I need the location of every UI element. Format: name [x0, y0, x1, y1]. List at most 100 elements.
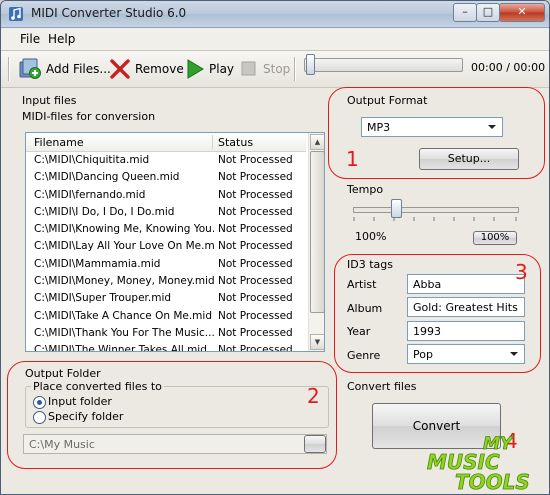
table-row[interactable]: C:\MIDI\Mammamia.mid Not Processed [26, 256, 308, 273]
chevron-down-icon [488, 125, 496, 129]
table-row[interactable]: C:\MIDI\Thank You For The Music.... Not P… [26, 325, 308, 342]
remove-x-icon [110, 59, 130, 79]
column-filename[interactable]: Filename [34, 136, 84, 149]
status-cell: Not Processed [218, 257, 293, 270]
annotation-number-3: 3 [515, 260, 528, 284]
table-row[interactable]: C:\MIDI\Chiquitita.mid Not Processed [26, 152, 308, 169]
title-bar[interactable]: MIDI Converter Studio 6.0 – □ ✕ [1, 1, 549, 28]
filename-cell: C:\MIDI\Knowing Me, Knowing You... [34, 223, 214, 236]
toolbar-separator [294, 57, 296, 81]
filename-cell: C:\MIDI\Chiquitita.mid [34, 154, 150, 166]
stop-button[interactable]: Stop [239, 58, 290, 80]
status-cell: Not Processed [218, 154, 293, 166]
remove-label: Remove [135, 62, 184, 76]
play-button[interactable]: Play [185, 58, 234, 80]
app-window: MIDI Converter Studio 6.0 – □ ✕ File Hel… [0, 0, 550, 495]
table-row[interactable]: C:\MIDI\Dancing Queen.mid Not Processed [26, 169, 308, 186]
toolbar: Add Files... Remove Play Stop [1, 51, 549, 88]
table-row[interactable]: C:\MIDI\Super Trouper.mid Not Processed [26, 290, 308, 307]
year-field[interactable]: 1993 [407, 321, 525, 341]
genre-label: Genre [347, 349, 381, 362]
annotation-number-1: 1 [346, 147, 359, 171]
input-files-subheading: MIDI-files for conversion [22, 110, 156, 123]
specify-folder-label[interactable]: Specify folder [48, 410, 123, 423]
status-cell: Not Processed [218, 188, 293, 201]
table-row[interactable]: C:\MIDI\Take A Chance On Me.mid Not Proce… [26, 308, 308, 325]
id3-heading: ID3 tags [347, 258, 393, 271]
status-cell: Not Processed [218, 326, 293, 339]
status-cell: Not Processed [218, 275, 293, 288]
status-cell: Not Processed [218, 223, 293, 236]
tempo-value: 100% [355, 230, 387, 243]
table-row[interactable]: C:\MIDI\Money, Money, Money.mid Not Proce… [26, 273, 308, 290]
minimize-button[interactable]: – [453, 3, 477, 22]
output-folder-heading: Output Folder [25, 367, 101, 380]
add-files-icon [19, 58, 41, 79]
list-header: Filename Status [26, 133, 306, 152]
file-list[interactable]: Filename Status C:\MIDI\Chiquitita.mid No… [25, 132, 325, 352]
convert-files-heading: Convert files [347, 380, 417, 393]
output-format-value: MP3 [367, 121, 391, 134]
menu-help[interactable]: Help [48, 32, 75, 46]
input-folder-radio[interactable] [33, 396, 46, 409]
specify-folder-radio[interactable] [33, 411, 46, 424]
browse-folder-button[interactable] [304, 435, 326, 453]
status-cell: Not Processed [218, 344, 293, 352]
my-music-tools-logo: MY MUSIC TOOLS [427, 434, 531, 491]
filename-cell: C:\MIDI\fernando.mid [34, 188, 146, 201]
logo-line-3: TOOLS [455, 470, 530, 491]
tempo-slider-track[interactable] [353, 207, 519, 213]
window-title: MIDI Converter Studio 6.0 [31, 6, 187, 20]
seek-bar[interactable] [304, 58, 463, 72]
table-row[interactable]: C:\MIDI\fernando.mid Not Processed [26, 187, 308, 204]
menu-file[interactable]: File [20, 32, 40, 46]
filename-cell: C:\MIDI\Mammamia.mid [34, 257, 161, 270]
output-path-value: C:\My Music [29, 438, 95, 451]
filename-cell: C:\MIDI\Super Trouper.mid [34, 292, 172, 305]
album-field[interactable]: Gold: Greatest Hits [407, 297, 525, 317]
year-label: Year [347, 325, 371, 338]
scroll-up-arrow-icon[interactable]: ▲ [310, 134, 324, 150]
add-files-button[interactable]: Add Files... [18, 58, 111, 80]
table-row[interactable]: C:\MIDI\Lay All Your Love On Me.mid Not P… [26, 238, 308, 255]
genre-select[interactable]: Pop [407, 344, 525, 364]
play-label: Play [209, 62, 235, 76]
filename-cell: C:\MIDI\I Do, I Do, I Do.mid [34, 205, 175, 218]
close-button[interactable]: ✕ [499, 3, 545, 22]
artist-field[interactable]: Abba [407, 274, 525, 294]
menu-bar: File Help [1, 28, 549, 51]
table-row[interactable]: C:\MIDI\The Winner Takes All.mid Not Proc… [26, 342, 308, 352]
scroll-down-arrow-icon[interactable]: ▼ [310, 334, 324, 350]
scroll-thumb[interactable] [310, 151, 324, 313]
setup-button[interactable]: Setup... [419, 148, 519, 170]
filename-cell: C:\MIDI\Dancing Queen.mid [34, 171, 180, 184]
remove-button[interactable]: Remove [109, 58, 184, 80]
tempo-slider-thumb[interactable] [391, 199, 402, 218]
status-cell: Not Processed [218, 205, 293, 218]
place-files-label: Place converted files to [31, 380, 164, 393]
chevron-down-icon [510, 352, 518, 356]
maximize-button[interactable]: □ [476, 3, 500, 22]
input-folder-label[interactable]: Input folder [48, 395, 112, 408]
status-cell: Not Processed [218, 240, 293, 253]
table-row[interactable]: C:\MIDI\I Do, I Do, I Do.mid Not Processe… [26, 204, 308, 221]
filename-cell: C:\MIDI\The Winner Takes All.mid [34, 344, 207, 352]
toolbar-grip [8, 57, 10, 81]
column-status[interactable]: Status [218, 136, 253, 149]
column-divider[interactable] [212, 135, 213, 149]
status-cell: Not Processed [218, 292, 293, 305]
genre-value: Pop [413, 348, 433, 361]
time-readout: 00:00 / 00:00 [471, 61, 546, 74]
annotation-number-2: 2 [307, 384, 320, 408]
file-list-scrollbar[interactable]: ▲ ▼ [308, 133, 324, 351]
stop-label: Stop [263, 62, 291, 76]
output-path-field: C:\My Music [23, 434, 327, 454]
table-row[interactable]: C:\MIDI\Knowing Me, Knowing You... Not Pr… [26, 221, 308, 238]
album-label: Album [347, 302, 383, 315]
filename-cell: C:\MIDI\Thank You For The Music.... [34, 326, 214, 339]
file-rows: C:\MIDI\Chiquitita.mid Not Processed C:\MI… [26, 152, 308, 352]
tempo-reset-button[interactable]: 100% [473, 231, 517, 245]
output-format-select[interactable]: MP3 [361, 117, 503, 137]
status-cell: Not Processed [218, 309, 293, 322]
seek-thumb[interactable] [306, 54, 315, 75]
